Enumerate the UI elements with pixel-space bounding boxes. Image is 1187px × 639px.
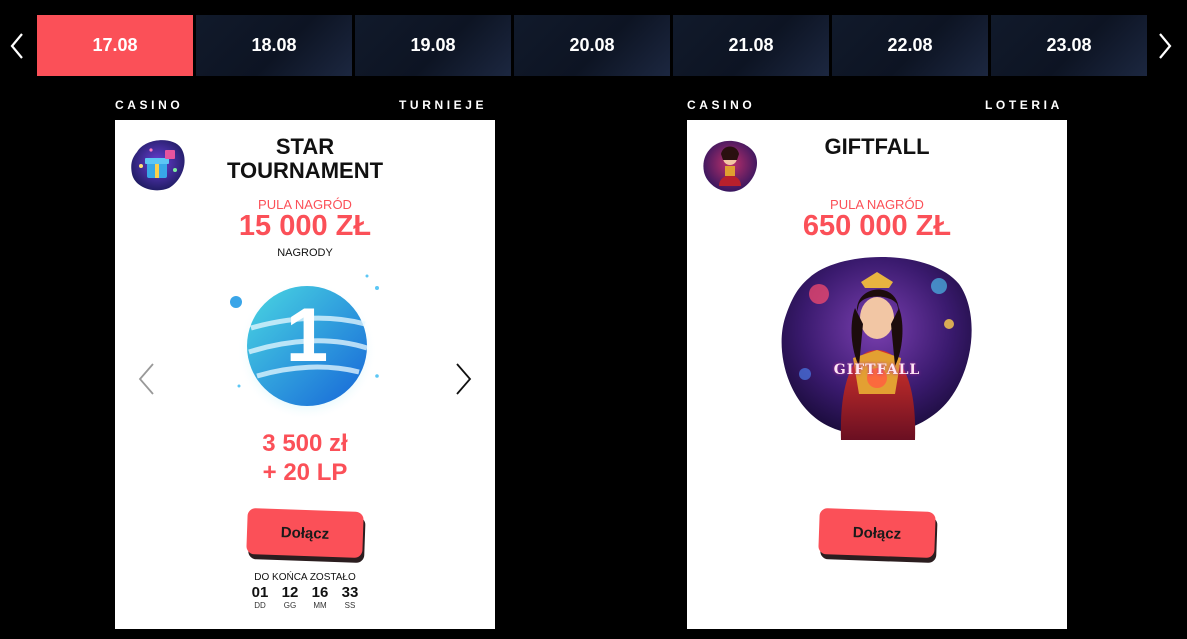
reward-amount: 3 500 zł xyxy=(262,430,348,457)
date-tab-23-08[interactable]: 23.08 xyxy=(991,15,1147,76)
join-button[interactable]: Dołącz xyxy=(246,507,364,559)
card-title-line2: TOURNAMENT xyxy=(226,158,384,183)
prize-carousel-next-icon[interactable] xyxy=(451,362,475,396)
chevron-left-icon[interactable] xyxy=(2,29,32,63)
tournament-card: STAR TOURNAMENT PULA NAGRÓD 15 000 ZŁ NA… xyxy=(115,120,495,629)
countdown-hours-value: 12 xyxy=(281,584,299,601)
countdown-seconds: 33 SS xyxy=(340,584,360,611)
card-category-label: CASINO xyxy=(687,98,756,112)
artwork-title: GIFTFALL xyxy=(833,362,921,378)
prizes-label: NAGRODY xyxy=(277,247,333,259)
place-number: 1 xyxy=(285,293,329,378)
date-tab-22-08[interactable]: 22.08 xyxy=(832,15,988,76)
card-category-label: CASINO xyxy=(115,98,184,112)
date-tab-20-08[interactable]: 20.08 xyxy=(514,15,670,76)
countdown-minutes-value: 16 xyxy=(311,584,329,601)
countdown-hours-label: GG xyxy=(283,601,297,610)
countdown-hours: 12 GG xyxy=(280,584,300,611)
card-title: GIFTFALL xyxy=(824,134,930,159)
countdown-minutes: 16 MM xyxy=(310,584,330,611)
date-tab-18-08[interactable]: 18.08 xyxy=(196,15,352,76)
date-navigation: 17.08 18.08 19.08 20.08 21.08 22.08 23.0… xyxy=(0,15,1187,77)
join-button[interactable]: Dołącz xyxy=(818,507,936,559)
countdown-label: DO KOŃCA ZOSTAŁO xyxy=(254,572,356,583)
countdown-minutes-label: MM xyxy=(313,601,327,610)
card-title-line1: STAR xyxy=(275,134,335,159)
date-tab-21-08[interactable]: 21.08 xyxy=(673,15,829,76)
prize-pool-amount: 650 000 ZŁ xyxy=(802,210,952,242)
chevron-right-icon[interactable] xyxy=(1150,29,1180,63)
countdown-days: 01 DD xyxy=(250,584,270,611)
countdown: DO KOŃCA ZOSTAŁO 01 DD 12 GG 16 MM 33 SS xyxy=(115,572,495,610)
countdown-days-label: DD xyxy=(254,601,266,610)
date-tab-19-08[interactable]: 19.08 xyxy=(355,15,511,76)
card-type-label: TURNIEJE xyxy=(399,98,488,112)
prize-carousel-prev-icon[interactable] xyxy=(135,362,159,396)
lottery-card: GIFTFALL PULA NAGRÓD 650 000 ZŁ GIFTFALL… xyxy=(687,120,1067,629)
first-place-medal: 1 xyxy=(227,268,387,418)
date-tab-17-08[interactable]: 17.08 xyxy=(37,15,193,76)
countdown-seconds-value: 33 xyxy=(341,584,359,601)
prize-pool-amount: 15 000 ZŁ xyxy=(238,210,372,242)
giftfall-artwork[interactable]: GIFTFALL xyxy=(779,254,975,440)
countdown-days-value: 01 xyxy=(251,584,269,601)
countdown-seconds-label: SS xyxy=(344,601,356,610)
reward-bonus: + 20 LP xyxy=(262,459,348,486)
card-type-label: LOTERIA xyxy=(985,98,1063,112)
